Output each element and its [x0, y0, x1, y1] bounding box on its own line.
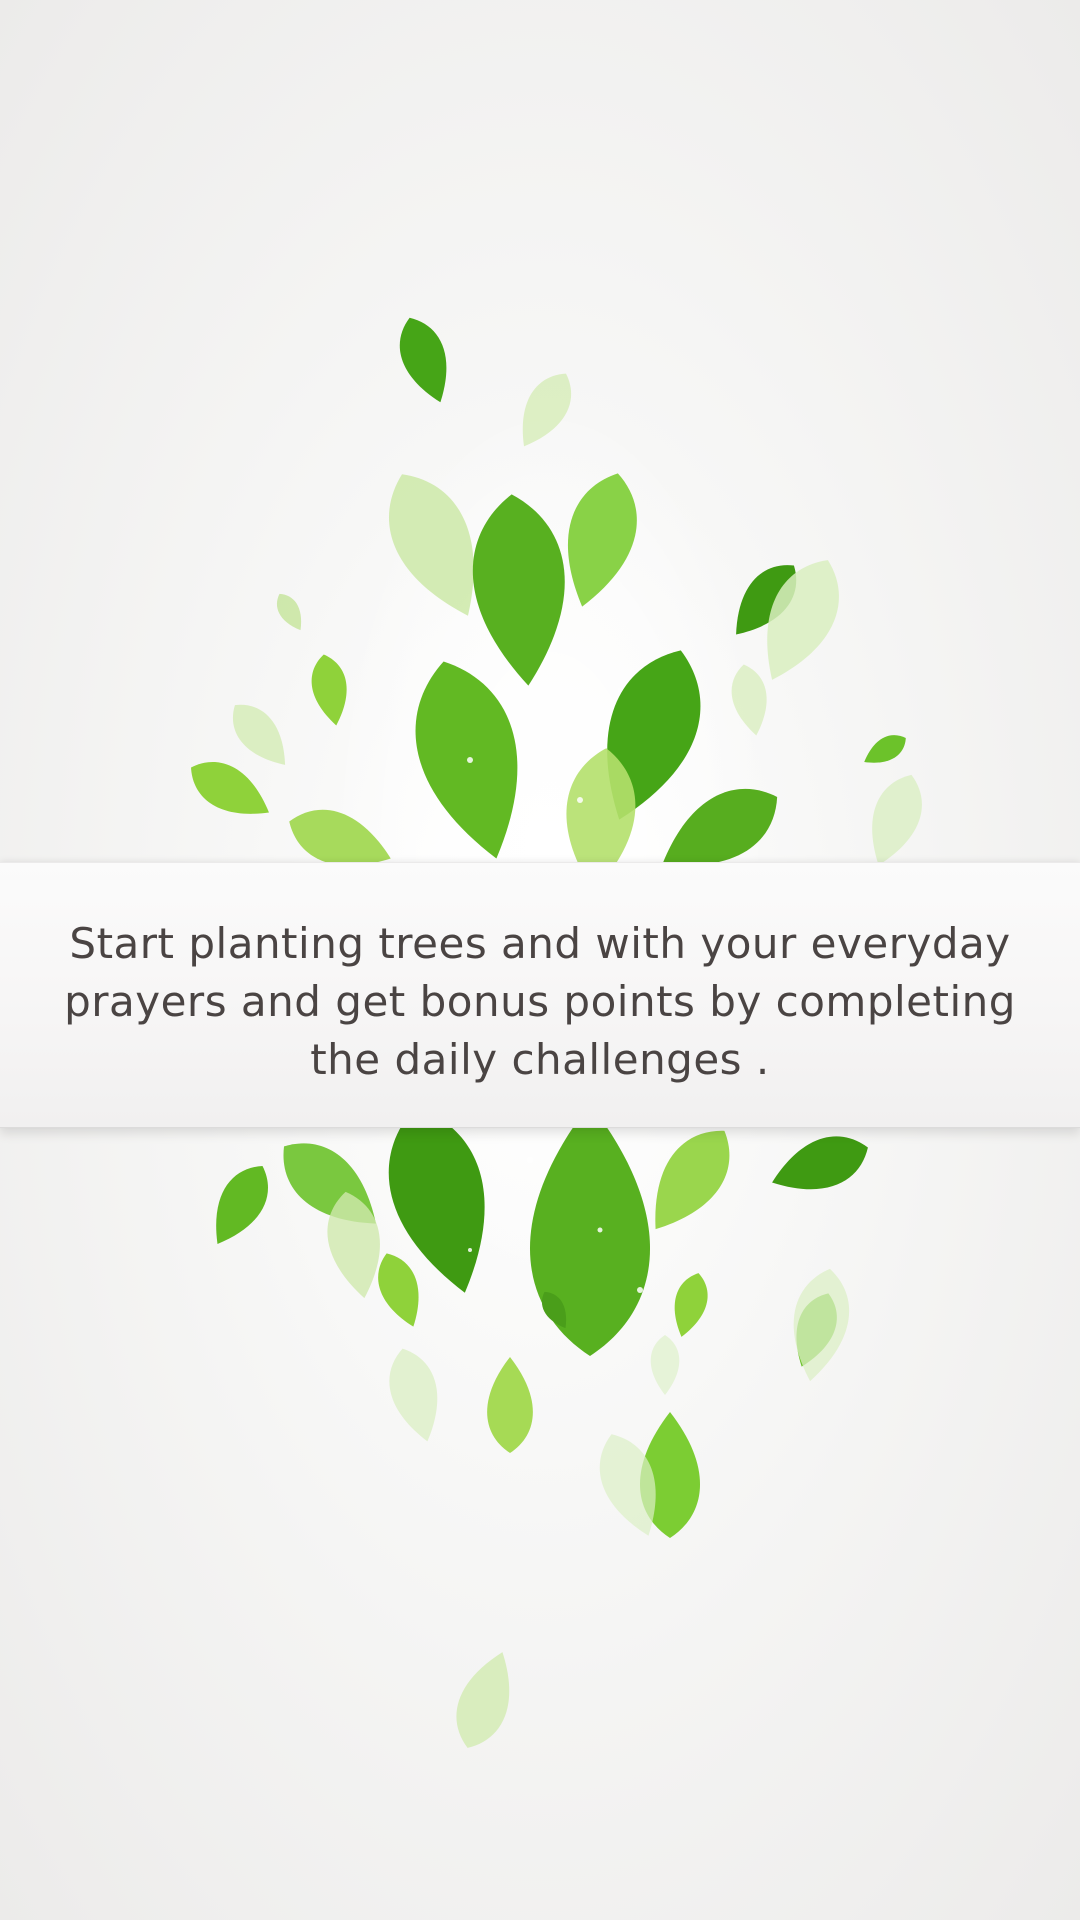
lower-leaf-cluster: [198, 1095, 877, 1757]
upper-leaf-cluster: [180, 310, 933, 895]
message-banner: Start planting trees and with your every…: [0, 862, 1080, 1128]
onboarding-screen: Start planting trees and with your every…: [0, 0, 1080, 1920]
onboarding-message: Start planting trees and with your every…: [64, 919, 1016, 1084]
